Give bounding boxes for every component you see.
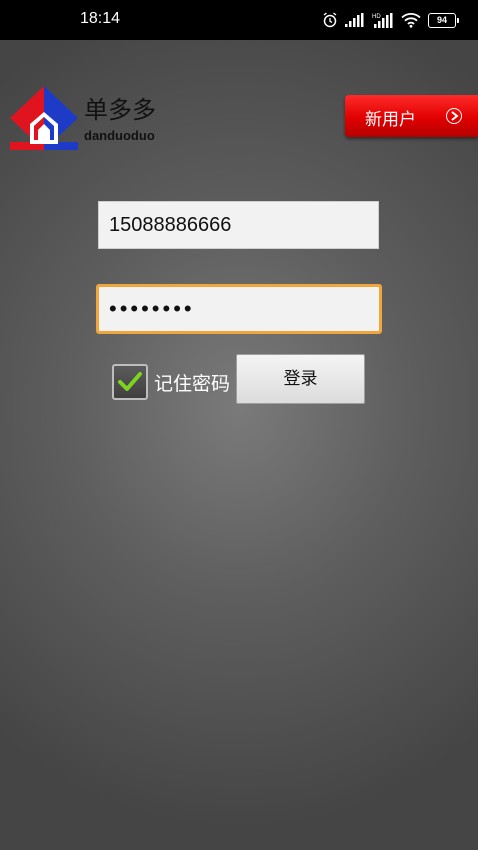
svg-text:HD: HD — [372, 14, 381, 20]
status-time: 18:14 — [80, 10, 121, 27]
login-button[interactable]: 登录 — [236, 354, 365, 404]
app-subtitle: danduoduo — [84, 128, 155, 143]
hd-signal-icon: HD — [372, 13, 393, 28]
phone-input[interactable]: 15088886666 — [98, 201, 379, 249]
signal-icon — [345, 13, 364, 27]
arrow-right-icon — [446, 108, 462, 124]
logo-icon — [10, 86, 78, 150]
app-title: 单多多 — [84, 96, 156, 124]
remember-password-label: 记住密码 — [154, 373, 231, 395]
wifi-icon — [401, 13, 421, 28]
new-user-label: 新用户 — [365, 110, 416, 130]
remember-password-checkbox[interactable] — [112, 364, 148, 400]
status-bar: 18:14 HD 94 — [0, 0, 478, 40]
password-input[interactable]: •••••••• — [96, 284, 382, 334]
new-user-button[interactable]: 新用户 — [345, 95, 478, 137]
battery-icon: 94 — [428, 12, 459, 28]
alarm-icon — [323, 12, 337, 28]
check-icon — [118, 372, 142, 391]
status-icons: HD 94 — [322, 10, 459, 30]
